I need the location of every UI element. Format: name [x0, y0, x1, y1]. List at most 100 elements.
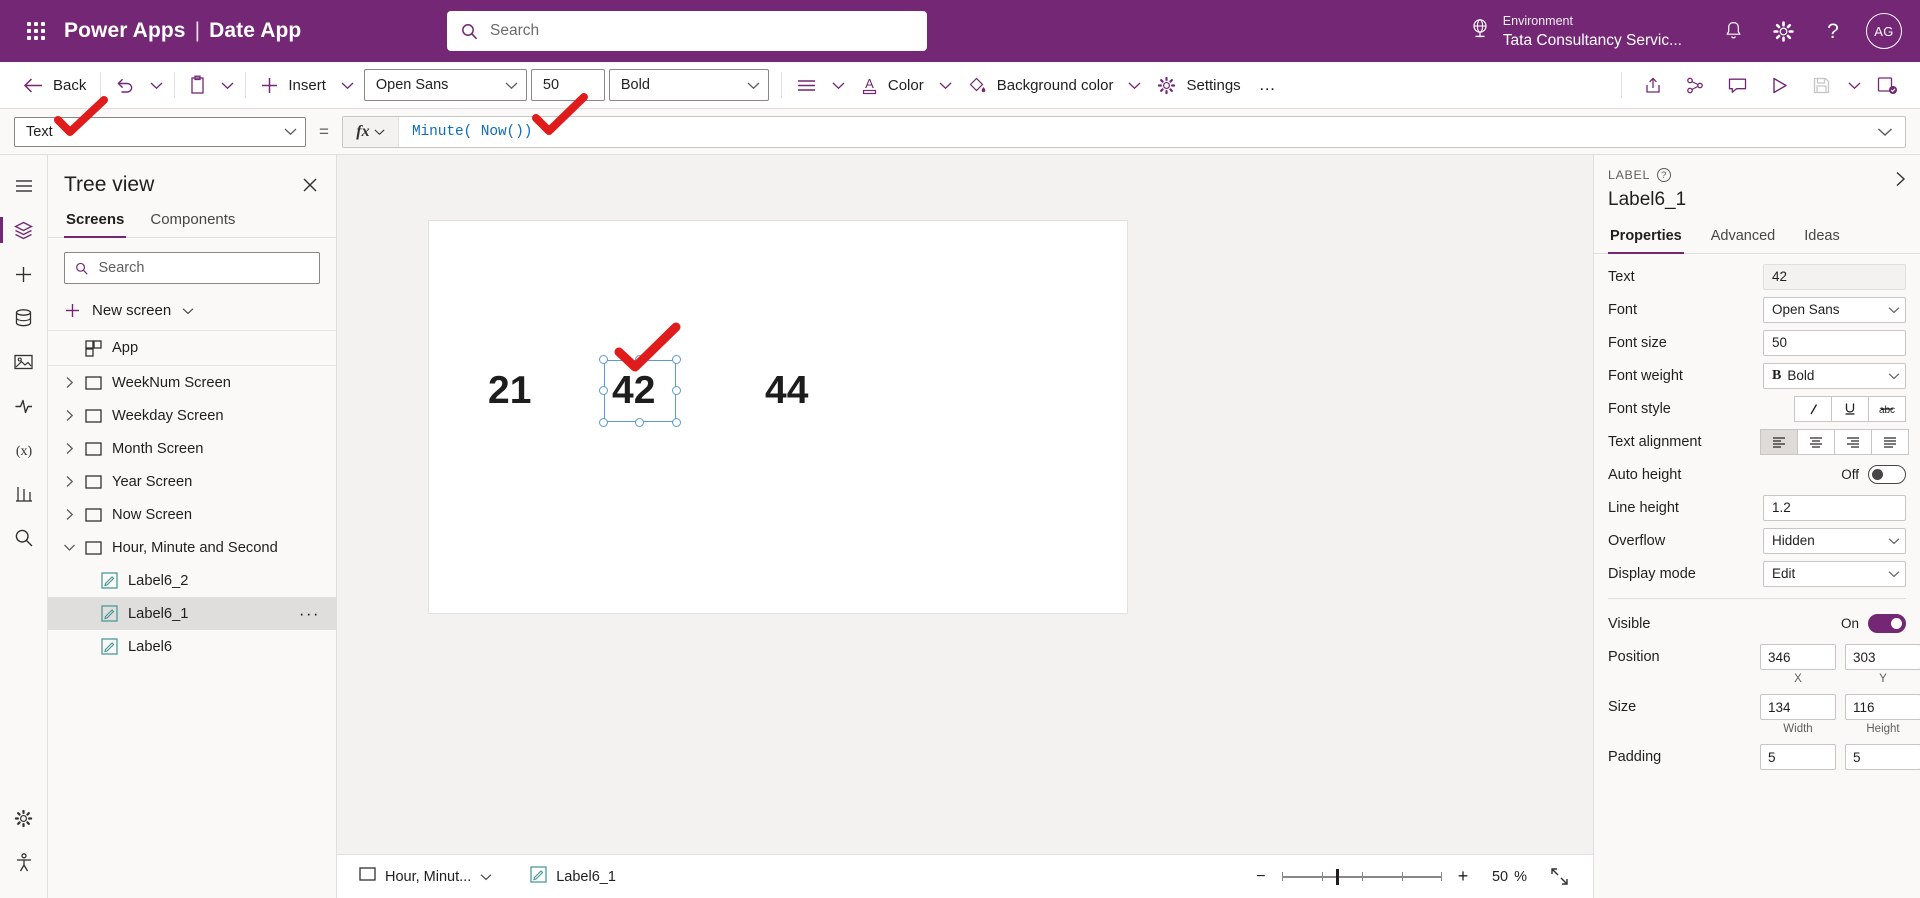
- tree-item-now-screen[interactable]: Now Screen: [48, 498, 336, 531]
- align-left-icon[interactable]: [1760, 428, 1798, 455]
- user-avatar[interactable]: AG: [1866, 13, 1902, 49]
- zoom-in-button[interactable]: +: [1448, 862, 1478, 892]
- publish-button[interactable]: [1866, 67, 1908, 103]
- align-justify-icon[interactable]: [1871, 428, 1909, 455]
- global-search[interactable]: [447, 11, 927, 51]
- tab-advanced[interactable]: Advanced: [1709, 223, 1778, 253]
- collapse-panel-button[interactable]: [1891, 167, 1910, 191]
- chevron-right-icon[interactable]: [58, 475, 80, 488]
- play-button[interactable]: [1758, 67, 1800, 103]
- text-align-chevron[interactable]: [826, 68, 851, 102]
- font-dropdown[interactable]: Open Sans: [1763, 296, 1906, 323]
- tab-ideas[interactable]: Ideas: [1802, 223, 1841, 253]
- tree-search-input[interactable]: [98, 260, 309, 276]
- font-family-dropdown[interactable]: Open Sans: [363, 69, 527, 101]
- italic-icon[interactable]: [1794, 395, 1832, 422]
- text-align-button[interactable]: [787, 68, 826, 102]
- app-launcher-icon[interactable]: [14, 11, 58, 51]
- undo-button[interactable]: [106, 68, 144, 102]
- tree-item-year-screen[interactable]: Year Screen: [48, 465, 336, 498]
- color-chevron[interactable]: [933, 68, 958, 102]
- position-y-field[interactable]: 303: [1845, 644, 1920, 670]
- data-icon[interactable]: [0, 296, 48, 340]
- breadcrumb-screen[interactable]: Hour, Minut...: [353, 862, 498, 892]
- save-button[interactable]: [1800, 67, 1842, 103]
- search-icon[interactable]: [0, 516, 48, 560]
- text-value-field[interactable]: 42: [1763, 263, 1906, 290]
- formula-input-wrapper[interactable]: fx Minute( Now()): [341, 115, 1906, 148]
- resize-handle-nw[interactable]: [599, 355, 608, 364]
- tab-components[interactable]: Components: [148, 206, 237, 237]
- settings-button[interactable]: [1758, 8, 1808, 54]
- new-screen-button[interactable]: New screen: [48, 291, 336, 331]
- media-icon[interactable]: [0, 340, 48, 384]
- back-button[interactable]: Back: [14, 68, 95, 102]
- resize-handle-n[interactable]: [635, 355, 644, 364]
- settings-icon[interactable]: [0, 796, 48, 840]
- undo-chevron[interactable]: [144, 68, 169, 102]
- tree-item-label6_2[interactable]: Label6_2: [48, 564, 336, 597]
- overflow-dropdown[interactable]: Hidden: [1763, 527, 1906, 554]
- breadcrumb-control[interactable]: Label6_1: [524, 862, 622, 892]
- font-size-field[interactable]: 50: [1763, 329, 1906, 356]
- tree-item-label6_1[interactable]: Label6_1 ···: [48, 597, 336, 630]
- brand-title[interactable]: Power Apps | Date App: [64, 19, 301, 43]
- canvas-label-second[interactable]: 44: [765, 369, 808, 413]
- tree-item-app[interactable]: App: [48, 331, 336, 366]
- zoom-slider-thumb[interactable]: [1335, 868, 1339, 885]
- fx-button[interactable]: fx: [342, 116, 399, 147]
- variables-icon[interactable]: (x): [0, 428, 48, 472]
- save-chevron[interactable]: [1842, 67, 1866, 103]
- tree-item-weekday-screen[interactable]: Weekday Screen: [48, 399, 336, 432]
- tree-item-hour-minute-second-screen[interactable]: Hour, Minute and Second: [48, 531, 336, 564]
- resize-handle-s[interactable]: [635, 418, 644, 427]
- resize-handle-w[interactable]: [599, 386, 608, 395]
- tree-item-label6[interactable]: Label6: [48, 630, 336, 663]
- auto-height-toggle[interactable]: [1868, 465, 1906, 484]
- underline-icon[interactable]: [1831, 395, 1869, 422]
- help-button[interactable]: ?: [1808, 8, 1858, 54]
- canvas-label-minute-selected[interactable]: 42: [599, 355, 681, 427]
- size-height-field[interactable]: 116: [1845, 694, 1920, 720]
- zoom-slider[interactable]: [1281, 868, 1442, 885]
- resize-handle-e[interactable]: [672, 386, 681, 395]
- tree-search[interactable]: [64, 252, 320, 284]
- notifications-button[interactable]: [1708, 8, 1758, 54]
- overflow-menu-button[interactable]: …: [1250, 68, 1287, 102]
- property-dropdown[interactable]: Text: [14, 116, 306, 147]
- insert-icon[interactable]: [0, 252, 48, 296]
- size-width-field[interactable]: 134: [1760, 694, 1836, 720]
- app-screen-canvas[interactable]: 21 42 44: [429, 221, 1127, 613]
- font-weight-dropdown[interactable]: Bold: [608, 69, 769, 101]
- canvas-label-hour[interactable]: 21: [488, 369, 531, 413]
- chevron-right-icon[interactable]: [58, 409, 80, 422]
- share-button[interactable]: [1632, 67, 1674, 103]
- zoom-out-button[interactable]: −: [1246, 862, 1276, 892]
- formula-expand-button[interactable]: [1865, 127, 1905, 137]
- visible-toggle[interactable]: [1868, 614, 1906, 633]
- tree-view-icon[interactable]: [0, 208, 48, 252]
- tab-properties[interactable]: Properties: [1608, 223, 1684, 254]
- close-icon[interactable]: [298, 173, 322, 197]
- resize-handle-se[interactable]: [672, 418, 681, 427]
- app-checker-icon[interactable]: [0, 472, 48, 516]
- fit-to-screen-button[interactable]: [1541, 862, 1577, 892]
- settings-command-button[interactable]: Settings: [1147, 68, 1249, 102]
- paste-button[interactable]: [180, 68, 215, 102]
- chevron-right-icon[interactable]: [58, 508, 80, 521]
- tab-screens[interactable]: Screens: [64, 206, 127, 238]
- search-input[interactable]: [490, 22, 913, 40]
- font-size-input[interactable]: 50: [530, 69, 605, 101]
- position-x-field[interactable]: 346: [1760, 644, 1836, 670]
- padding-a-field[interactable]: 5: [1760, 744, 1836, 770]
- power-automate-icon[interactable]: [0, 384, 48, 428]
- insert-button[interactable]: Insert: [251, 68, 335, 102]
- tree-item-weeknum-screen[interactable]: WeekNum Screen: [48, 366, 336, 399]
- insert-chevron[interactable]: [335, 68, 360, 102]
- menu-icon[interactable]: [0, 164, 48, 208]
- font-weight-dropdown[interactable]: B Bold: [1763, 362, 1906, 389]
- background-color-button[interactable]: Background color: [958, 68, 1123, 102]
- canvas-area[interactable]: 21 42 44: [337, 155, 1593, 854]
- chevron-right-icon[interactable]: [58, 442, 80, 455]
- font-color-button[interactable]: A Color: [851, 68, 933, 102]
